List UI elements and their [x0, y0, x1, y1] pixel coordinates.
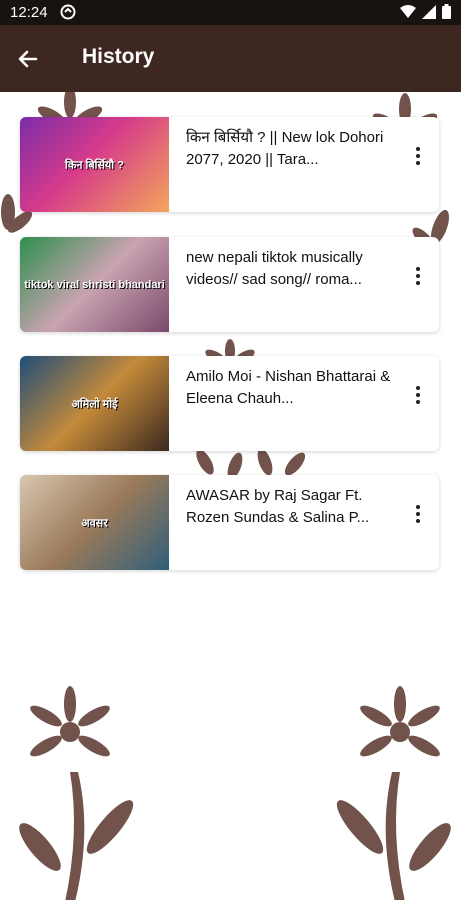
more-options-icon[interactable] — [411, 145, 425, 169]
history-item[interactable]: अमिलो मोई Amilo Moi - Nishan Bhattarai &… — [20, 356, 439, 451]
video-title[interactable]: Amilo Moi - Nishan Bhattarai & Eleena Ch… — [186, 366, 406, 410]
video-title[interactable]: किन बिर्सियौ ? || New lok Dohori 2077, 2… — [186, 127, 406, 171]
history-item[interactable]: किन बिर्सियौ ? किन बिर्सियौ ? || New lok… — [20, 117, 439, 212]
app-bar: History — [0, 25, 461, 92]
wifi-icon — [400, 4, 416, 18]
cellular-signal-icon — [422, 4, 436, 19]
status-bar: 12:24 — [0, 0, 461, 25]
page-title: History — [82, 45, 155, 68]
back-arrow-icon[interactable] — [14, 45, 42, 73]
video-title[interactable]: new nepali tiktok musically videos// sad… — [186, 247, 406, 291]
history-item[interactable]: अवसर AWASAR by Raj Sagar Ft. Rozen Sunda… — [20, 475, 439, 570]
history-item[interactable]: tiktok viral shristi bhandari new nepali… — [20, 237, 439, 332]
video-thumbnail[interactable]: अमिलो मोई — [20, 356, 169, 451]
video-thumbnail[interactable]: अवसर — [20, 475, 169, 570]
thumbnail-caption: अमिलो मोई — [71, 398, 118, 410]
battery-icon — [442, 4, 451, 19]
thumbnail-caption: tiktok viral shristi bhandari — [24, 278, 165, 291]
more-options-icon[interactable] — [411, 503, 425, 527]
video-thumbnail[interactable]: tiktok viral shristi bhandari — [20, 237, 169, 332]
thumbnail-caption: किन बिर्सियौ ? — [65, 159, 124, 171]
sync-icon — [60, 4, 76, 20]
more-options-icon[interactable] — [411, 384, 425, 408]
thumbnail-caption: अवसर — [81, 517, 108, 529]
more-options-icon[interactable] — [411, 265, 425, 289]
video-title[interactable]: AWASAR by Raj Sagar Ft. Rozen Sundas & S… — [186, 485, 406, 529]
video-thumbnail[interactable]: किन बिर्सियौ ? — [20, 117, 169, 212]
status-time: 12:24 — [10, 4, 48, 21]
status-icons — [400, 4, 451, 19]
